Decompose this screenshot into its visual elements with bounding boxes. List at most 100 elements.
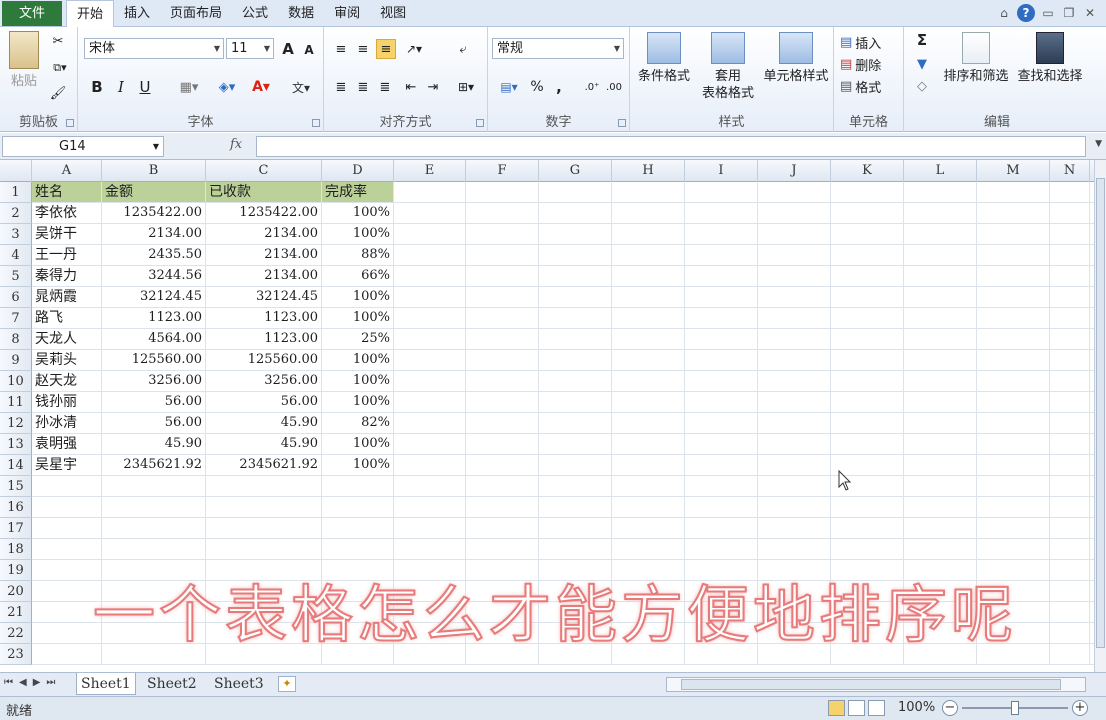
cell-l14[interactable] — [904, 455, 977, 475]
next-sheet-icon[interactable]: ▶ — [33, 677, 41, 688]
prev-sheet-icon[interactable]: ◀ — [19, 677, 27, 688]
cell-i18[interactable] — [685, 539, 758, 559]
column-header-d[interactable]: D — [322, 160, 394, 182]
cell-d1[interactable]: 完成率 — [322, 182, 394, 202]
cell-a15[interactable] — [32, 476, 102, 496]
tab-review[interactable]: 审阅 — [324, 0, 370, 27]
vertical-scroll-thumb[interactable] — [1096, 178, 1105, 648]
cell-h16[interactable] — [612, 497, 685, 517]
tab-data[interactable]: 数据 — [278, 0, 324, 27]
cell-a6[interactable]: 晁炳霞 — [32, 287, 102, 307]
cell-c10[interactable]: 3256.00 — [206, 371, 322, 391]
cell-c4[interactable]: 2134.00 — [206, 245, 322, 265]
cell-h14[interactable] — [612, 455, 685, 475]
row-header[interactable]: 22 — [0, 623, 32, 644]
cell-e14[interactable] — [394, 455, 466, 475]
cell-f15[interactable] — [466, 476, 539, 496]
column-header-l[interactable]: L — [904, 160, 977, 182]
fill-icon[interactable]: ▼ — [910, 55, 934, 73]
cell-h18[interactable] — [612, 539, 685, 559]
cell-b17[interactable] — [102, 518, 206, 538]
cell-f9[interactable] — [466, 350, 539, 370]
column-header-c[interactable]: C — [206, 160, 322, 182]
cell-a1[interactable]: 姓名 — [32, 182, 102, 202]
cell-b1[interactable]: 金额 — [102, 182, 206, 202]
cell-m15[interactable] — [977, 476, 1050, 496]
cell-l11[interactable] — [904, 392, 977, 412]
cell-h8[interactable] — [612, 329, 685, 349]
cell-b18[interactable] — [102, 539, 206, 559]
cell-e10[interactable] — [394, 371, 466, 391]
cell-b16[interactable] — [102, 497, 206, 517]
cell-l10[interactable] — [904, 371, 977, 391]
cell-i4[interactable] — [685, 245, 758, 265]
cell-k5[interactable] — [831, 266, 904, 286]
cell-n9[interactable] — [1050, 350, 1090, 370]
cell-d13[interactable]: 100% — [322, 434, 394, 454]
cell-b11[interactable]: 56.00 — [102, 392, 206, 412]
cell-l9[interactable] — [904, 350, 977, 370]
cell-i5[interactable] — [685, 266, 758, 286]
cell-d15[interactable] — [322, 476, 394, 496]
cell-d3[interactable]: 100% — [322, 224, 394, 244]
shrink-font-button[interactable]: A — [300, 41, 318, 59]
cell-n4[interactable] — [1050, 245, 1090, 265]
cell-g13[interactable] — [539, 434, 612, 454]
fill-color-icon[interactable]: ◈▾ — [214, 77, 240, 97]
cell-c7[interactable]: 1123.00 — [206, 308, 322, 328]
cell-a11[interactable]: 钱孙丽 — [32, 392, 102, 412]
cell-c2[interactable]: 1235422.00 — [206, 203, 322, 223]
cell-c12[interactable]: 45.90 — [206, 413, 322, 433]
cell-c13[interactable]: 45.90 — [206, 434, 322, 454]
horizontal-scroll-thumb[interactable] — [681, 679, 1061, 690]
zoom-out-icon[interactable]: − — [942, 700, 958, 716]
cell-h4[interactable] — [612, 245, 685, 265]
column-header-n[interactable]: N — [1050, 160, 1090, 182]
cell-a8[interactable]: 天龙人 — [32, 329, 102, 349]
tab-insert[interactable]: 插入 — [114, 0, 160, 27]
minimize-ribbon-icon[interactable]: ⌂ — [996, 6, 1012, 20]
cell-j8[interactable] — [758, 329, 831, 349]
row-header[interactable]: 1 — [0, 182, 32, 203]
cell-f6[interactable] — [466, 287, 539, 307]
row-header[interactable]: 23 — [0, 644, 32, 665]
cell-styles-button[interactable]: 单元格样式 — [760, 32, 832, 85]
cell-a9[interactable]: 吴莉头 — [32, 350, 102, 370]
cell-k16[interactable] — [831, 497, 904, 517]
column-header-e[interactable]: E — [394, 160, 466, 182]
cell-g6[interactable] — [539, 287, 612, 307]
tab-formulas[interactable]: 公式 — [232, 0, 278, 27]
cell-e7[interactable] — [394, 308, 466, 328]
cell-e17[interactable] — [394, 518, 466, 538]
row-header[interactable]: 17 — [0, 518, 32, 539]
cell-b12[interactable]: 56.00 — [102, 413, 206, 433]
wrap-text-icon[interactable]: ⤶ — [454, 41, 472, 57]
cell-h7[interactable] — [612, 308, 685, 328]
cell-c17[interactable] — [206, 518, 322, 538]
tab-view[interactable]: 视图 — [370, 0, 416, 27]
cell-g4[interactable] — [539, 245, 612, 265]
vertical-scrollbar[interactable] — [1094, 160, 1106, 672]
cell-a5[interactable]: 秦得力 — [32, 266, 102, 286]
cell-g9[interactable] — [539, 350, 612, 370]
align-middle-icon[interactable]: ≡ — [354, 41, 372, 57]
cell-n13[interactable] — [1050, 434, 1090, 454]
cell-n12[interactable] — [1050, 413, 1090, 433]
cell-j18[interactable] — [758, 539, 831, 559]
cell-i12[interactable] — [685, 413, 758, 433]
increase-decimal-icon[interactable]: .0⁺ — [582, 77, 602, 97]
cell-m13[interactable] — [977, 434, 1050, 454]
cell-e11[interactable] — [394, 392, 466, 412]
cell-d9[interactable]: 100% — [322, 350, 394, 370]
cell-c15[interactable] — [206, 476, 322, 496]
cell-a10[interactable]: 赵天龙 — [32, 371, 102, 391]
cell-k2[interactable] — [831, 203, 904, 223]
cell-l13[interactable] — [904, 434, 977, 454]
file-tab[interactable]: 文件 — [2, 1, 62, 26]
cell-h9[interactable] — [612, 350, 685, 370]
row-header[interactable]: 16 — [0, 497, 32, 518]
row-header[interactable]: 4 — [0, 245, 32, 266]
cell-k9[interactable] — [831, 350, 904, 370]
page-break-view-icon[interactable] — [868, 700, 885, 716]
cell-i17[interactable] — [685, 518, 758, 538]
